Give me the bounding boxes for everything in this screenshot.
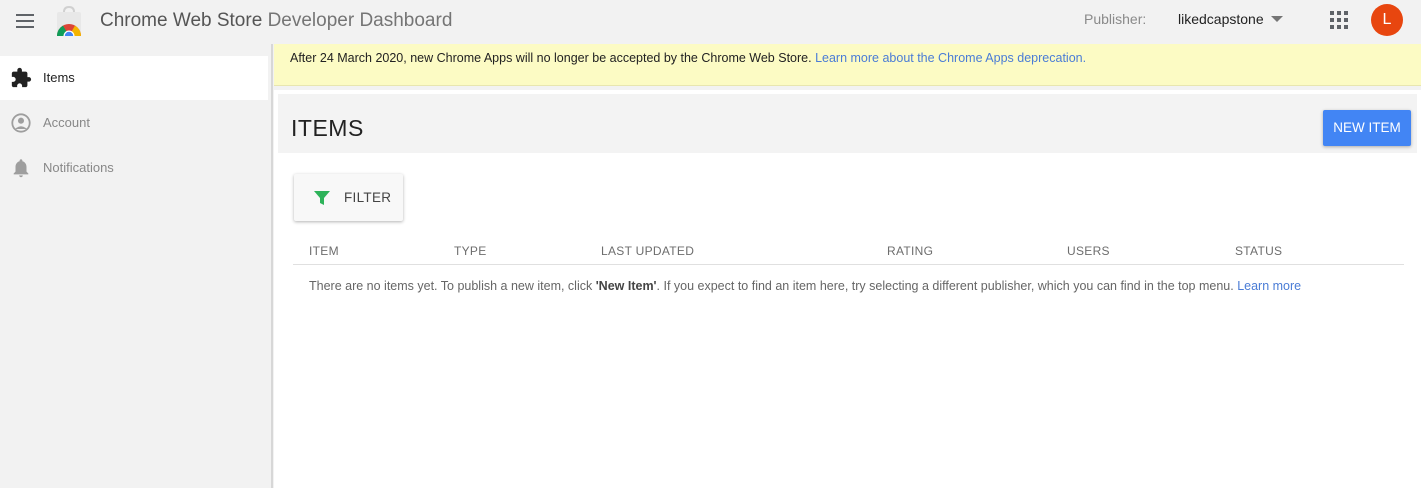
chevron-down-icon[interactable]: [1271, 16, 1283, 22]
empty-text-end: . If you expect to find an item here, tr…: [656, 279, 1238, 293]
deprecation-banner: After 24 March 2020, new Chrome Apps wil…: [274, 44, 1421, 86]
chrome-web-store-logo: [54, 5, 84, 48]
sidebar-item-label: Items: [43, 70, 75, 85]
banner-link[interactable]: Learn more about the Chrome Apps depreca…: [815, 51, 1086, 65]
publisher-select[interactable]: likedcapstone: [1178, 11, 1264, 27]
learn-more-link[interactable]: Learn more: [1237, 279, 1301, 293]
column-header-last-updated[interactable]: LAST UPDATED: [601, 244, 694, 258]
column-header-type[interactable]: TYPE: [454, 244, 487, 258]
app-title: Chrome Web Store Developer Dashboard: [100, 10, 452, 32]
app-title-secondary: Developer Dashboard: [267, 10, 453, 31]
banner-text: After 24 March 2020, new Chrome Apps wil…: [290, 51, 812, 65]
empty-state-message: There are no items yet. To publish a new…: [309, 279, 1301, 293]
empty-text-start: There are no items yet. To publish a new…: [309, 279, 596, 293]
table-divider: [293, 264, 1404, 265]
puzzle-icon: [10, 67, 32, 89]
banner-message: After 24 March 2020, new Chrome Apps wil…: [290, 51, 1086, 65]
filter-icon: [313, 189, 331, 207]
column-header-item[interactable]: ITEM: [309, 244, 339, 258]
bell-icon: [10, 157, 32, 179]
empty-text-bold: 'New Item': [595, 279, 657, 293]
new-item-button[interactable]: NEW ITEM: [1323, 110, 1411, 146]
column-header-users[interactable]: USERS: [1067, 244, 1110, 258]
filter-label: FILTER: [344, 190, 392, 205]
menu-icon[interactable]: [14, 10, 36, 32]
top-app-bar: Chrome Web Store Developer Dashboard Pub…: [0, 0, 1421, 48]
app-title-primary: Chrome Web Store: [100, 10, 263, 31]
sidebar-item-account[interactable]: Account: [0, 101, 268, 145]
sidebar-item-items[interactable]: Items: [0, 56, 268, 100]
sidebar-item-notifications[interactable]: Notifications: [0, 146, 268, 190]
column-header-status[interactable]: STATUS: [1235, 244, 1282, 258]
filter-button[interactable]: FILTER: [294, 174, 403, 221]
main-panel: ITEMS NEW ITEM FILTER ITEM TYPE LAST UPD…: [274, 90, 1421, 488]
account-circle-icon: [10, 112, 32, 134]
sidebar-divider: [271, 44, 273, 488]
page-title: ITEMS: [291, 115, 364, 141]
sidebar: Items Account Notifications: [0, 56, 271, 488]
sidebar-item-label: Notifications: [43, 160, 114, 175]
apps-grid-icon[interactable]: [1330, 11, 1348, 29]
items-header: ITEMS NEW ITEM: [278, 94, 1417, 153]
avatar[interactable]: L: [1371, 4, 1403, 36]
sidebar-item-label: Account: [43, 115, 90, 130]
publisher-label: Publisher:: [1084, 11, 1147, 27]
column-header-rating[interactable]: RATING: [887, 244, 933, 258]
